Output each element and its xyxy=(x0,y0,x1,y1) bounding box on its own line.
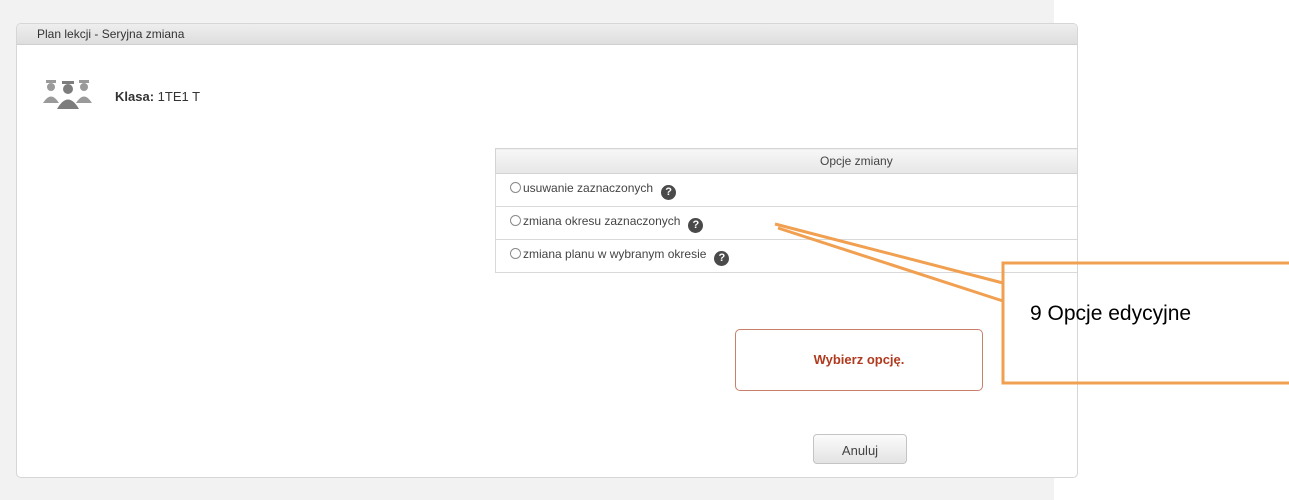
radio-change-period[interactable] xyxy=(510,214,521,226)
radio-delete-selected[interactable] xyxy=(510,181,521,193)
option-row-delete[interactable]: usuwanie zaznaczonych? xyxy=(495,173,1077,207)
group-users-icon xyxy=(43,80,92,109)
option-label-change-period: zmiana okresu zaznaczonych xyxy=(523,213,681,228)
radio-change-plan[interactable] xyxy=(510,247,521,259)
class-label-value: 1TE1 T xyxy=(157,89,201,104)
stage: Plan lekcji - Seryjna zmiana Klasa: 1TE1… xyxy=(0,0,1289,500)
question-icon[interactable]: ? xyxy=(688,217,704,233)
class-label: Klasa: 1TE1 T xyxy=(115,89,200,104)
options-header: Opcje zmiany xyxy=(495,148,1077,174)
option-row-change-plan[interactable]: zmiana planu w wybranym okresie? xyxy=(495,239,1077,273)
class-label-key: Klasa: xyxy=(115,89,155,104)
question-icon[interactable]: ? xyxy=(714,250,730,266)
callout-label: 9 Opcje edycyjne xyxy=(1030,302,1192,325)
panel-title: Plan lekcji - Seryjna zmiana xyxy=(17,24,1077,45)
select-option-message: Wybierz opcję. xyxy=(735,329,983,391)
question-icon[interactable]: ? xyxy=(661,184,677,200)
option-label-change-plan: zmiana planu w wybranym okresie xyxy=(523,246,707,261)
schedule-panel: Plan lekcji - Seryjna zmiana Klasa: 1TE1… xyxy=(16,23,1078,478)
option-label-delete: usuwanie zaznaczonych xyxy=(523,180,654,195)
cancel-button[interactable]: Anuluj xyxy=(813,434,907,464)
options-table: Opcje zmiany usuwanie zaznaczonych? zmia… xyxy=(495,148,1077,273)
option-row-change-period[interactable]: zmiana okresu zaznaczonych? xyxy=(495,206,1077,240)
